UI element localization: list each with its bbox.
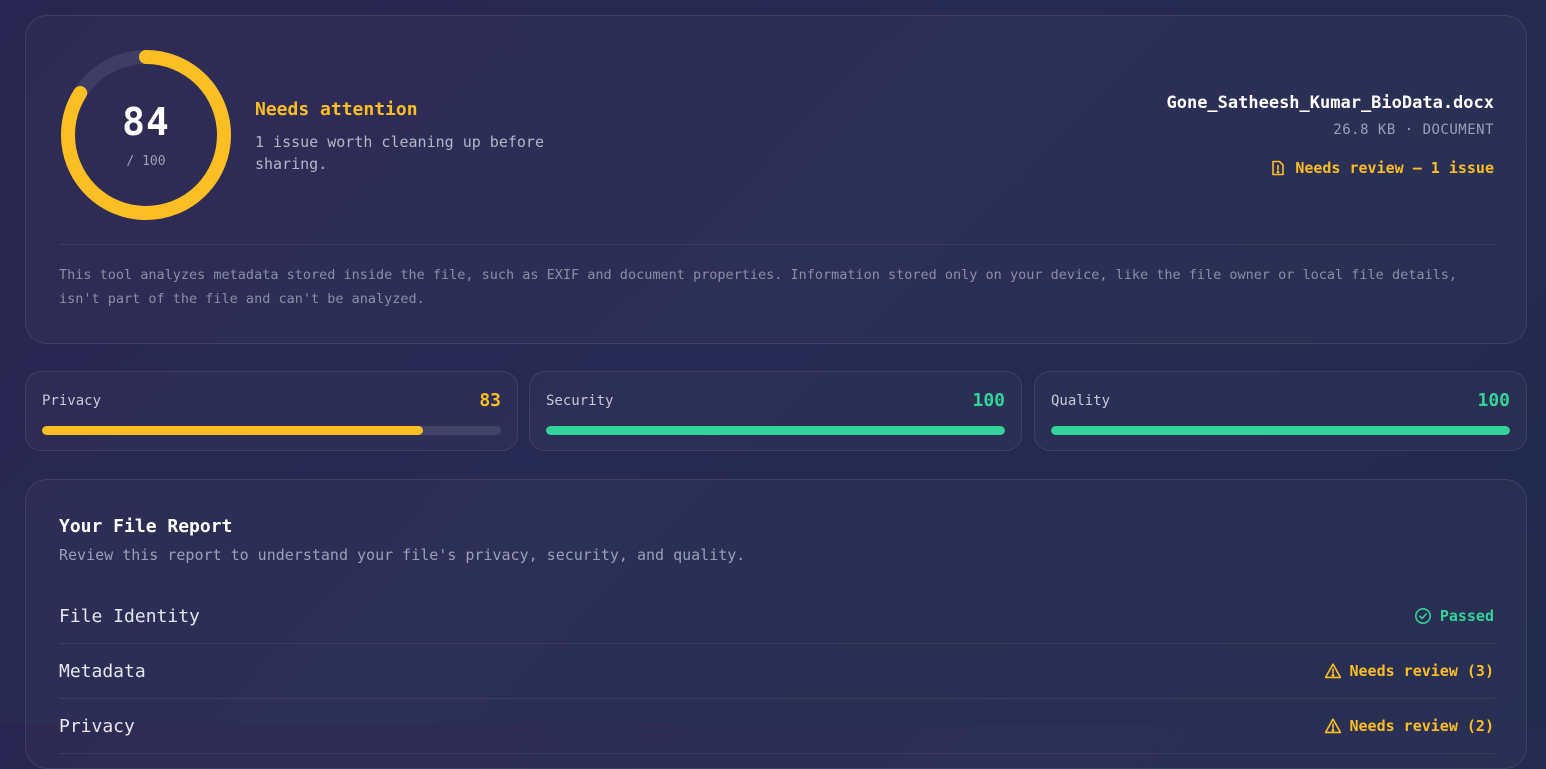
row-status: Needs review (2) [1324, 717, 1495, 735]
report-row-privacy[interactable]: Privacy Needs review (2) [59, 699, 1494, 754]
score-number: 83 [479, 390, 501, 411]
summary-card: 84 / 100 Needs attention 1 issue worth c… [25, 15, 1527, 344]
disclaimer-text: This tool analyzes metadata stored insid… [59, 267, 1457, 307]
warning-triangle-icon [1324, 717, 1342, 735]
score-number: 100 [1477, 390, 1510, 411]
progress-bar [42, 426, 501, 435]
report-title: Your File Report [59, 516, 233, 537]
report-row-file-identity[interactable]: File Identity Passed [59, 589, 1494, 644]
progress-fill [1051, 426, 1510, 435]
row-status: Passed [1414, 607, 1494, 625]
quality-score-card: Quality 100 [1034, 371, 1527, 451]
file-name: Gone_Satheesh_Kumar_BioData.docx [1166, 93, 1494, 113]
security-score-card: Security 100 [529, 371, 1022, 451]
divider [59, 244, 1494, 245]
row-name: Metadata [59, 660, 146, 682]
report-subtitle: Review this report to understand your fi… [59, 546, 746, 564]
status-title: Needs attention [255, 99, 418, 120]
score-value: 84 [122, 100, 170, 144]
score-max: / 100 [126, 154, 166, 169]
row-name: File Identity [59, 605, 200, 627]
row-name: Privacy [59, 715, 135, 737]
warning-triangle-icon [1324, 662, 1342, 680]
progress-bar [546, 426, 1005, 435]
progress-fill [42, 426, 423, 435]
file-meta: 26.8 KB · DOCUMENT [1333, 122, 1494, 138]
score-ring: 84 / 100 [59, 48, 233, 222]
row-status-label: Passed [1439, 607, 1494, 625]
row-status: Needs review (3) [1324, 662, 1495, 680]
report-row-metadata[interactable]: Metadata Needs review (3) [59, 644, 1494, 699]
score-number: 100 [972, 390, 1005, 411]
check-circle-icon [1414, 607, 1432, 625]
alert-file-icon [1269, 159, 1287, 177]
progress-fill [546, 426, 1005, 435]
progress-bar [1051, 426, 1510, 435]
file-review-status[interactable]: Needs review — 1 issue [1269, 159, 1494, 177]
review-label: Needs review — 1 issue [1295, 159, 1494, 177]
score-label: Quality [1051, 393, 1111, 409]
score-label: Privacy [42, 393, 102, 409]
status-description: 1 issue worth cleaning up before sharing… [255, 133, 544, 173]
score-label: Security [546, 393, 614, 409]
row-status-label: Needs review (3) [1349, 662, 1495, 680]
file-report-card: Your File Report Review this report to u… [25, 479, 1527, 769]
row-status-label: Needs review (2) [1349, 717, 1495, 735]
privacy-score-card: Privacy 83 [25, 371, 518, 451]
